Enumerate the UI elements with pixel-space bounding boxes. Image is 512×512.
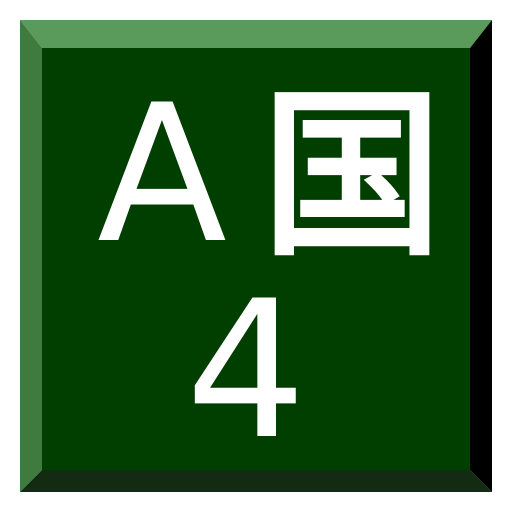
bevel-top: [20, 20, 492, 48]
cjk-character-glyph: 国: [262, 72, 442, 281]
latin-letter-glyph: A: [97, 64, 227, 285]
number-glyph: 4: [186, 260, 307, 481]
bevel-left: [20, 20, 42, 492]
bevel-right: [470, 20, 492, 492]
key-graphic: A 国 4: [20, 20, 492, 492]
input-method-key-icon[interactable]: A 国 4: [0, 0, 512, 512]
